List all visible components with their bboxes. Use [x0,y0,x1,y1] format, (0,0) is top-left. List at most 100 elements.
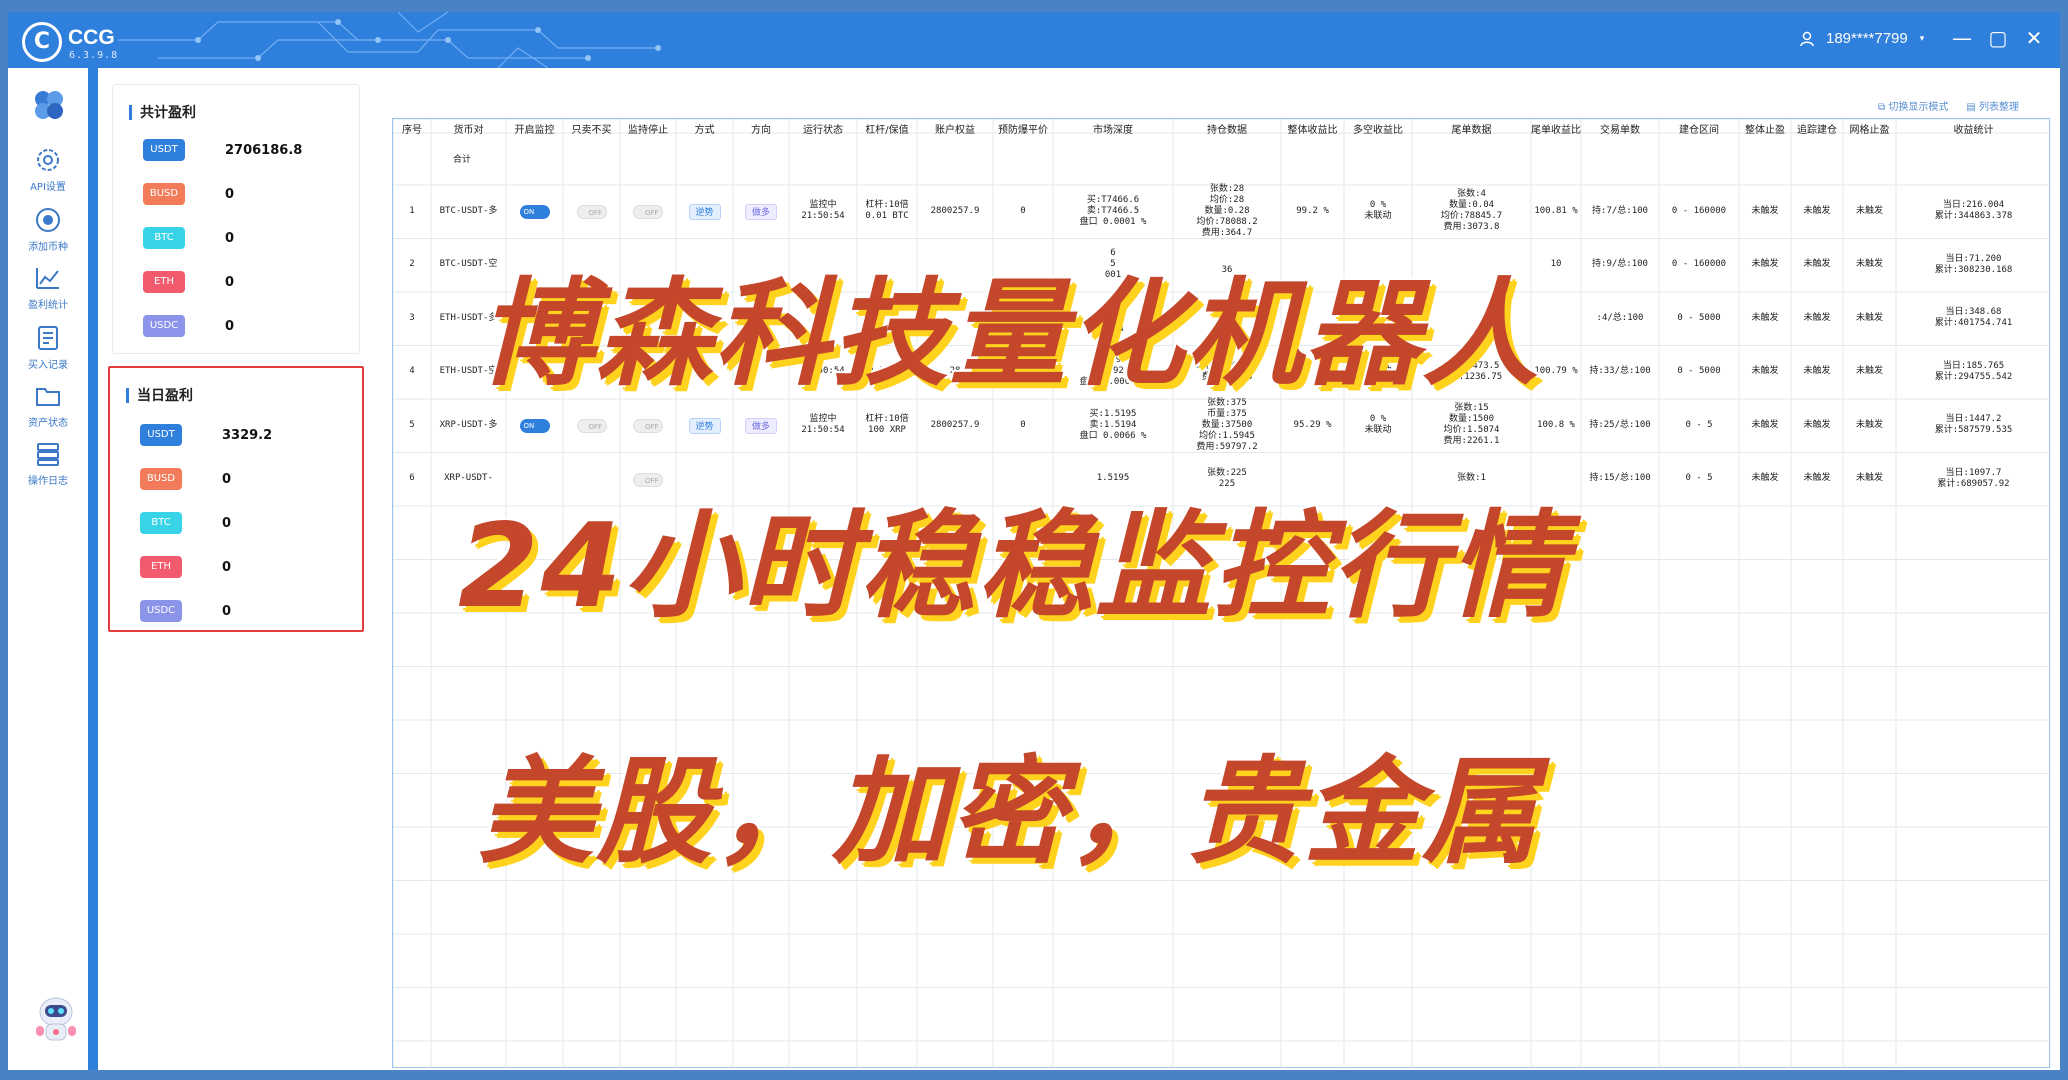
table-cell: 未触发 [1855,473,1883,483]
circuit-decoration [118,12,661,68]
sidebar-item-label: 操作日志 [28,476,68,487]
column-header[interactable]: 只卖不买 [563,121,620,136]
column-header[interactable]: 多空收益比 [1344,121,1412,136]
profit-row: ETH 0 [143,271,234,293]
user-icon [1800,31,1814,46]
sidebar-item-add-coin[interactable]: 添加币种 [14,206,82,253]
table-cell: 0 - 160000 [1671,259,1727,269]
column-header[interactable]: 追踪建仓 [1791,121,1843,136]
table-cell: 买:T7466.6 卖:T7466.5 盘口 0.0001 % [1079,194,1147,227]
table-cell: 当日:348.68 累计:401754.741 [1934,307,2013,328]
switch-view-button[interactable]: ⧉ 切换显示模式 [1878,98,1948,113]
coin-badge: USDC [140,600,182,622]
restore-button[interactable]: ▢ [1986,26,2010,50]
profit-value: 2706186.8 [225,142,303,158]
coin-badge: BUSD [143,183,185,205]
list-settings-label: 列表整理 [1978,102,2019,113]
toggle-switch[interactable]: OFF [576,419,607,433]
table-cell: 0 - 5000 [1677,366,1721,376]
toggle-switch[interactable]: OFF [633,419,663,433]
column-header[interactable]: 交易单数 [1581,121,1659,136]
column-header[interactable]: 整体止盈 [1739,121,1791,136]
table-cell: 未触发 [1803,473,1831,483]
column-header[interactable]: 序号 [393,121,431,136]
total-label: 合计 [453,155,472,165]
table-cell: 持:15/总:100 [1589,473,1651,483]
promo-line-1: 博森科技量化机器人 [478,267,1540,402]
robot-mascot-icon[interactable] [30,990,82,1046]
sidebar-strip [88,68,98,1070]
column-header[interactable]: 监持停止 [620,121,676,136]
direction-tag: 做多 [745,204,777,220]
table-cell: 未触发 [1803,312,1831,323]
toggle-switch[interactable]: OFF [576,205,607,219]
column-header[interactable]: 建仓区间 [1659,121,1739,136]
profit-value: 0 [222,471,232,487]
column-header[interactable]: 账户权益 [917,121,993,136]
sidebar-item-profit-stats[interactable]: 盈利统计 [14,264,82,311]
app-window: C CCG 6.3.9.8 189****7799 ▾ — ▢ ✕ API设置 … [8,12,2060,1070]
sidebar: API设置 添加币种 盈利统计 买入记录 资产状态 操作日志 [8,68,88,1070]
app-name: CCG [68,26,115,49]
table-cell: XRP-USDT-多 [439,419,498,430]
column-header[interactable]: 整体收益比 [1281,121,1344,136]
today-profit-panel: 当日盈利 USDT 3329.2 BUSD 0 BTC 0 ETH 0 USDC… [108,366,364,632]
user-phone: 189****7799 [1826,30,1908,47]
table-cell: 持:33/总:100 [1589,366,1651,376]
column-header[interactable]: 尾单数据 [1412,121,1531,136]
sidebar-item-operation-log[interactable]: 操作日志 [14,440,82,487]
list-settings-button[interactable]: ▤ 列表整理 [1966,98,2019,113]
column-header[interactable]: 市场深度 [1053,121,1173,136]
toggle-switch[interactable]: ON [519,419,550,433]
sidebar-item-buy-records[interactable]: 买入记录 [14,324,82,371]
column-header[interactable]: 预防爆平价 [993,121,1053,136]
mode-tag: 逆势 [688,418,721,434]
profit-row: USDT 3329.2 [140,424,272,446]
sidebar-item-label: API设置 [30,182,66,193]
table-cell: 未触发 [1751,473,1779,483]
table-cell: 3 [409,312,415,323]
coin-badge: USDT [140,424,182,446]
column-header[interactable]: 开启监控 [506,121,563,136]
table-cell: 6 [409,473,415,483]
sidebar-item-label: 盈利统计 [28,300,68,311]
sidebar-item-api[interactable]: API设置 [14,146,82,193]
user-menu[interactable]: 189****7799 ▾ [1800,30,1924,47]
column-header[interactable]: 杠杆/保值 [857,121,917,136]
table-cell: 未触发 [1803,366,1831,376]
column-header[interactable]: 网格止盈 [1843,121,1896,136]
table-cell: 监控中 21:50:54 [801,414,845,435]
table-cell: 0 [1020,419,1026,430]
minimize-button[interactable]: — [1950,26,1974,50]
table-cell: BTC-USDT-多 [439,205,498,216]
column-header[interactable]: 持仓数据 [1173,121,1281,136]
table-cell: 持:9/总:100 [1592,259,1648,269]
profit-value: 0 [225,318,235,334]
column-header[interactable]: 收益统计 [1896,121,2051,136]
brand-clover-icon [35,91,63,119]
sidebar-item-asset-status[interactable]: 资产状态 [14,382,82,429]
column-header[interactable]: 运行状态 [789,121,857,136]
table-cell: 未触发 [1855,205,1883,216]
chevron-down-icon: ▾ [1919,33,1925,43]
close-button[interactable]: ✕ [2022,26,2046,50]
table-cell: 当日:71.200 累计:308230.168 [1934,253,2013,275]
table-cell: 杠杆:10倍 100 XRP [865,414,909,435]
toggle-switch[interactable]: ON [519,205,550,219]
table-cell: 0 - 5000 [1677,312,1721,323]
column-header[interactable]: 货币对 [431,121,506,136]
profit-value: 0 [225,274,235,290]
profit-row: BTC 0 [140,512,231,534]
promo-line-2: 24小时稳稳监控行情 [458,499,1568,634]
folder-icon [36,388,60,406]
table-cell: 100.8 % [1537,419,1575,430]
table-cell: 2800257.9 [930,419,980,430]
coin-badge: USDC [143,315,185,337]
chart-icon [36,268,59,289]
column-header[interactable]: 尾单收益比 [1531,121,1581,136]
toggle-switch[interactable]: OFF [633,205,663,219]
column-header[interactable]: 方式 [676,121,733,136]
column-header[interactable]: 方向 [733,121,789,136]
table-cell: 5 [409,419,415,430]
table-cell: 杠杆:10倍 0.01 BTC [865,200,909,221]
